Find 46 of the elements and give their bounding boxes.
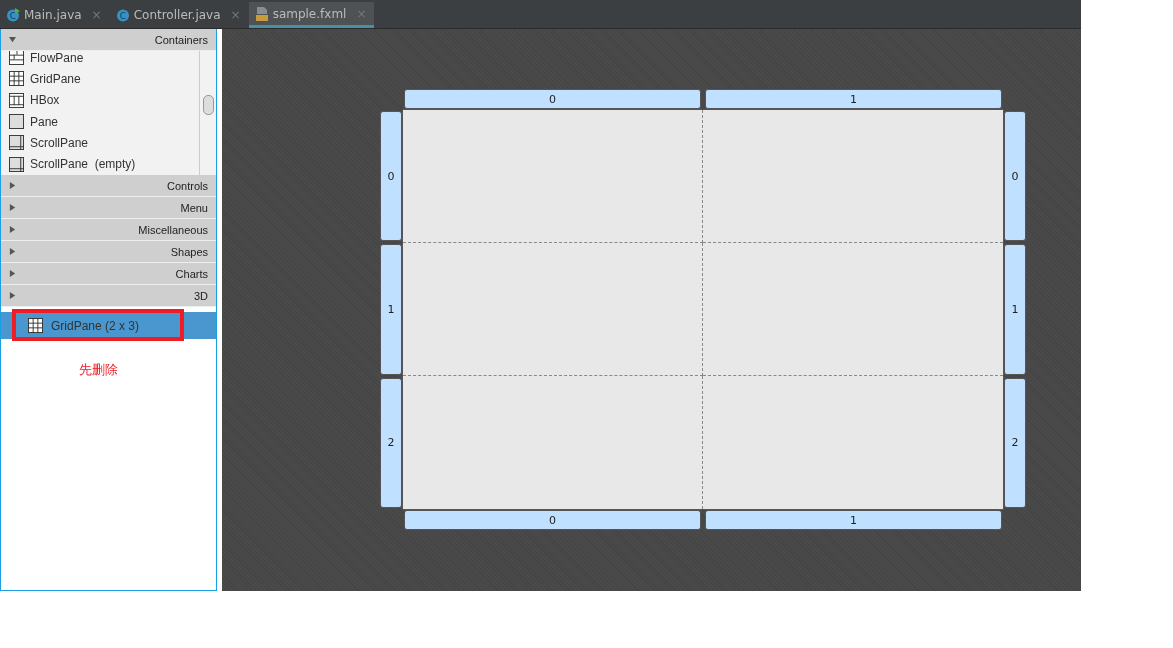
section-header[interactable]: Miscellaneous [1,219,216,241]
palette-item[interactable]: FlowPane [1,51,199,69]
column-header[interactable]: 0 [404,510,701,530]
palette-item[interactable]: HBox [1,89,199,111]
grid-pane-icon [9,71,24,87]
row-header[interactable]: 2 [380,377,402,508]
row-header[interactable]: 1 [1004,244,1026,375]
scroll-pane-icon [9,156,24,172]
column-header[interactable]: 1 [705,89,1002,109]
section-header[interactable]: Charts [1,263,216,285]
row-header[interactable]: 0 [1004,111,1026,242]
row-header[interactable]: 0 [380,111,402,242]
editor-tab[interactable]: C Main.java × [0,2,110,28]
hierarchy-item[interactable]: GridPane (2 x 3) [1,312,216,339]
editor-tab[interactable]: sample.fxml × [248,2,375,28]
palette-item[interactable]: Pane [1,111,199,133]
row-header[interactable]: 1 [380,244,402,375]
scrollbar-thumb[interactable] [203,95,214,115]
annotation-text: 先删除 [78,361,119,379]
expand-arrow-icon [9,292,16,299]
expand-arrow-icon [9,182,16,189]
editor-tab[interactable]: C Controller.java × [109,2,249,28]
section-header[interactable]: Shapes [1,241,216,263]
pane-pane-icon [9,114,24,130]
section-header[interactable]: Containers [1,29,216,51]
expand-arrow-icon [9,248,16,255]
section-header[interactable]: Controls [1,175,216,197]
hbox-pane-icon [9,92,24,108]
palette-item[interactable]: ScrollPane (empty) [1,153,199,175]
scroll-pane-icon [9,135,24,151]
class-icon: C [6,8,20,22]
column-header[interactable]: 1 [705,510,1002,530]
expand-arrow-icon [9,204,16,211]
section-header[interactable]: 3D [1,285,216,307]
column-header[interactable]: 0 [404,89,701,109]
palette-item[interactable]: ScrollPane [1,132,199,154]
class-icon: C [115,8,130,22]
collapse-arrow-icon [9,36,16,43]
expand-arrow-icon [9,270,16,277]
section-header[interactable]: Menu [1,197,216,219]
file-icon [254,6,269,21]
expand-arrow-icon [9,226,16,233]
flow-pane-icon [9,51,24,66]
row-header[interactable]: 2 [1004,377,1026,508]
palette-item[interactable]: GridPane [1,68,199,90]
grid-icon [28,318,43,333]
